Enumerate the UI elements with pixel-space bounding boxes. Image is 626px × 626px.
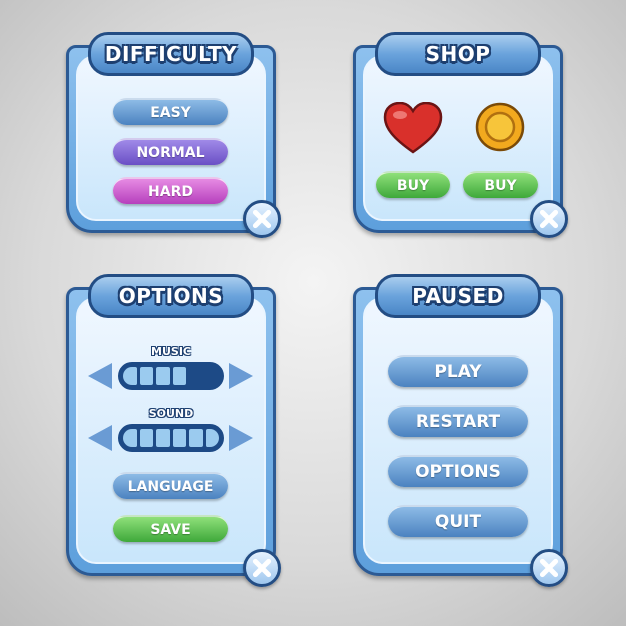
music-level-segment xyxy=(139,367,153,385)
easy-button[interactable]: EASY xyxy=(113,98,228,125)
close-icon xyxy=(252,558,272,578)
sound-level-segment xyxy=(189,429,203,447)
shop-title: SHOP xyxy=(375,32,541,76)
music-level-segment xyxy=(206,367,220,385)
normal-button[interactable]: NORMAL xyxy=(113,138,228,165)
sound-level-segment xyxy=(205,429,219,447)
options-close-button[interactable] xyxy=(243,549,281,587)
sound-level-segment xyxy=(139,429,153,447)
sound-decrease-arrow-icon[interactable] xyxy=(88,425,112,451)
play-button[interactable]: PLAY xyxy=(388,355,528,387)
buy-coin-button[interactable]: BUY xyxy=(463,171,538,198)
close-icon xyxy=(539,209,559,229)
buy-heart-button[interactable]: BUY xyxy=(376,171,450,198)
close-icon xyxy=(539,558,559,578)
paused-close-button[interactable] xyxy=(530,549,568,587)
music-level-segment xyxy=(156,367,170,385)
options-button[interactable]: OPTIONS xyxy=(388,455,528,487)
sound-volume-bar[interactable] xyxy=(118,424,224,452)
music-increase-arrow-icon[interactable] xyxy=(229,363,253,389)
sound-level-segment xyxy=(172,429,186,447)
options-title: OPTIONS xyxy=(88,274,254,318)
sound-label: SOUND xyxy=(148,407,194,420)
difficulty-close-button[interactable] xyxy=(243,200,281,238)
close-icon xyxy=(252,209,272,229)
music-decrease-arrow-icon[interactable] xyxy=(88,363,112,389)
hard-button[interactable]: HARD xyxy=(113,177,228,204)
music-level-segment xyxy=(123,367,137,385)
coin-icon[interactable] xyxy=(475,102,525,152)
sound-increase-arrow-icon[interactable] xyxy=(229,425,253,451)
music-level-segment xyxy=(189,367,203,385)
music-label: MUSIC xyxy=(151,345,191,358)
sound-level-segment xyxy=(156,429,170,447)
paused-title: PAUSED xyxy=(375,274,541,318)
shop-close-button[interactable] xyxy=(530,200,568,238)
restart-button[interactable]: RESTART xyxy=(388,405,528,437)
difficulty-title: DIFFICULTY xyxy=(88,32,254,76)
save-button[interactable]: SAVE xyxy=(113,515,228,542)
sound-level-segment xyxy=(123,429,137,447)
music-level-segment xyxy=(172,367,186,385)
heart-icon[interactable] xyxy=(383,102,443,154)
quit-button[interactable]: QUIT xyxy=(388,505,528,537)
music-volume-bar[interactable] xyxy=(118,362,224,390)
language-button[interactable]: LANGUAGE xyxy=(113,472,228,499)
